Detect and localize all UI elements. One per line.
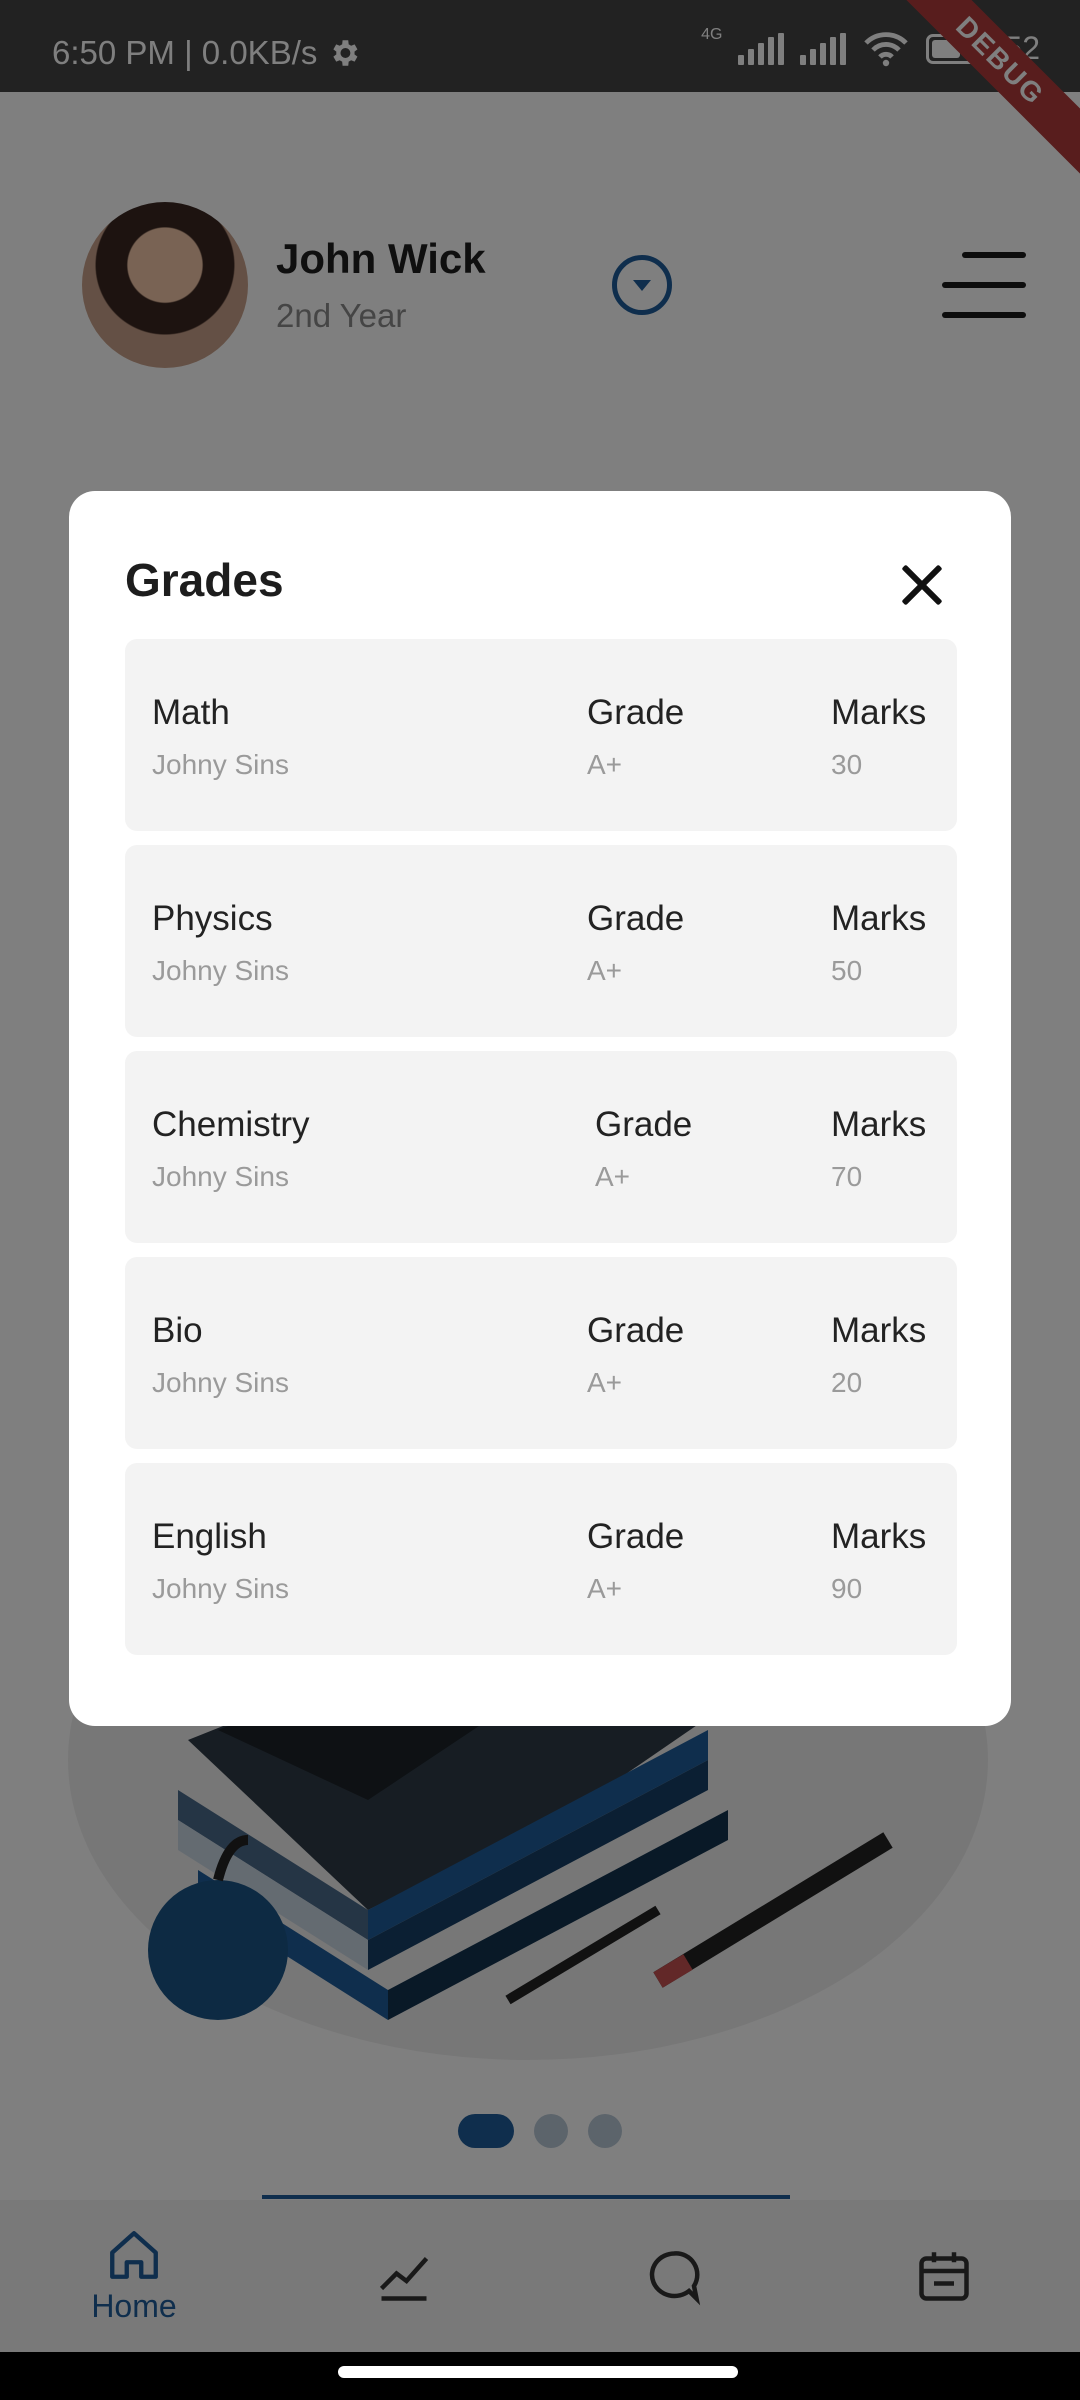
teacher-name: Johny Sins — [152, 749, 289, 780]
teacher-name: Johny Sins — [152, 1161, 289, 1192]
grade-value: A+ — [587, 1367, 623, 1398]
grade-label: Grade — [587, 1311, 685, 1350]
home-gesture-pill[interactable] — [338, 2366, 738, 2378]
close-icon[interactable] — [889, 551, 957, 619]
grade-label: Grade — [587, 693, 685, 732]
grade-card-bio: Bio Johny Sins Grade A+ Marks 20 — [125, 1257, 957, 1449]
subject-name: Math — [152, 693, 230, 732]
subject-name: Physics — [152, 899, 273, 938]
marks-label: Marks — [831, 693, 927, 732]
marks-value: 20 — [831, 1367, 863, 1398]
marks-value: 50 — [831, 955, 863, 986]
grade-label: Grade — [595, 1105, 693, 1144]
grade-card-math: Math Johny Sins Grade A+ Marks 30 — [125, 639, 957, 831]
marks-value: 30 — [831, 749, 863, 780]
grade-label: Grade — [587, 1517, 685, 1556]
marks-label: Marks — [831, 1311, 927, 1350]
system-home-bar — [0, 2352, 1080, 2400]
marks-value: 90 — [831, 1573, 863, 1604]
grades-dialog: Grades Math Johny Sins Grade A+ Marks 30… — [69, 491, 1011, 1726]
grade-value: A+ — [587, 955, 623, 986]
dialog-title: Grades — [125, 554, 284, 606]
marks-label: Marks — [831, 899, 927, 938]
grade-value: A+ — [587, 1573, 623, 1604]
grade-card-physics: Physics Johny Sins Grade A+ Marks 50 — [125, 845, 957, 1037]
marks-value: 70 — [831, 1161, 863, 1192]
grade-value: A+ — [587, 749, 623, 780]
marks-label: Marks — [831, 1517, 927, 1556]
grades-list: Math Johny Sins Grade A+ Marks 30 Physic… — [125, 639, 957, 1669]
teacher-name: Johny Sins — [152, 1367, 289, 1398]
subject-name: English — [152, 1517, 267, 1556]
grade-label: Grade — [587, 899, 685, 938]
teacher-name: Johny Sins — [152, 955, 289, 986]
grade-card-chemistry: Chemistry Johny Sins Grade A+ Marks 70 — [125, 1051, 957, 1243]
grade-value: A+ — [595, 1161, 631, 1192]
subject-name: Bio — [152, 1311, 203, 1350]
marks-label: Marks — [831, 1105, 927, 1144]
subject-name: Chemistry — [152, 1105, 310, 1144]
teacher-name: Johny Sins — [152, 1573, 289, 1604]
grade-card-english: English Johny Sins Grade A+ Marks 90 — [125, 1463, 957, 1655]
